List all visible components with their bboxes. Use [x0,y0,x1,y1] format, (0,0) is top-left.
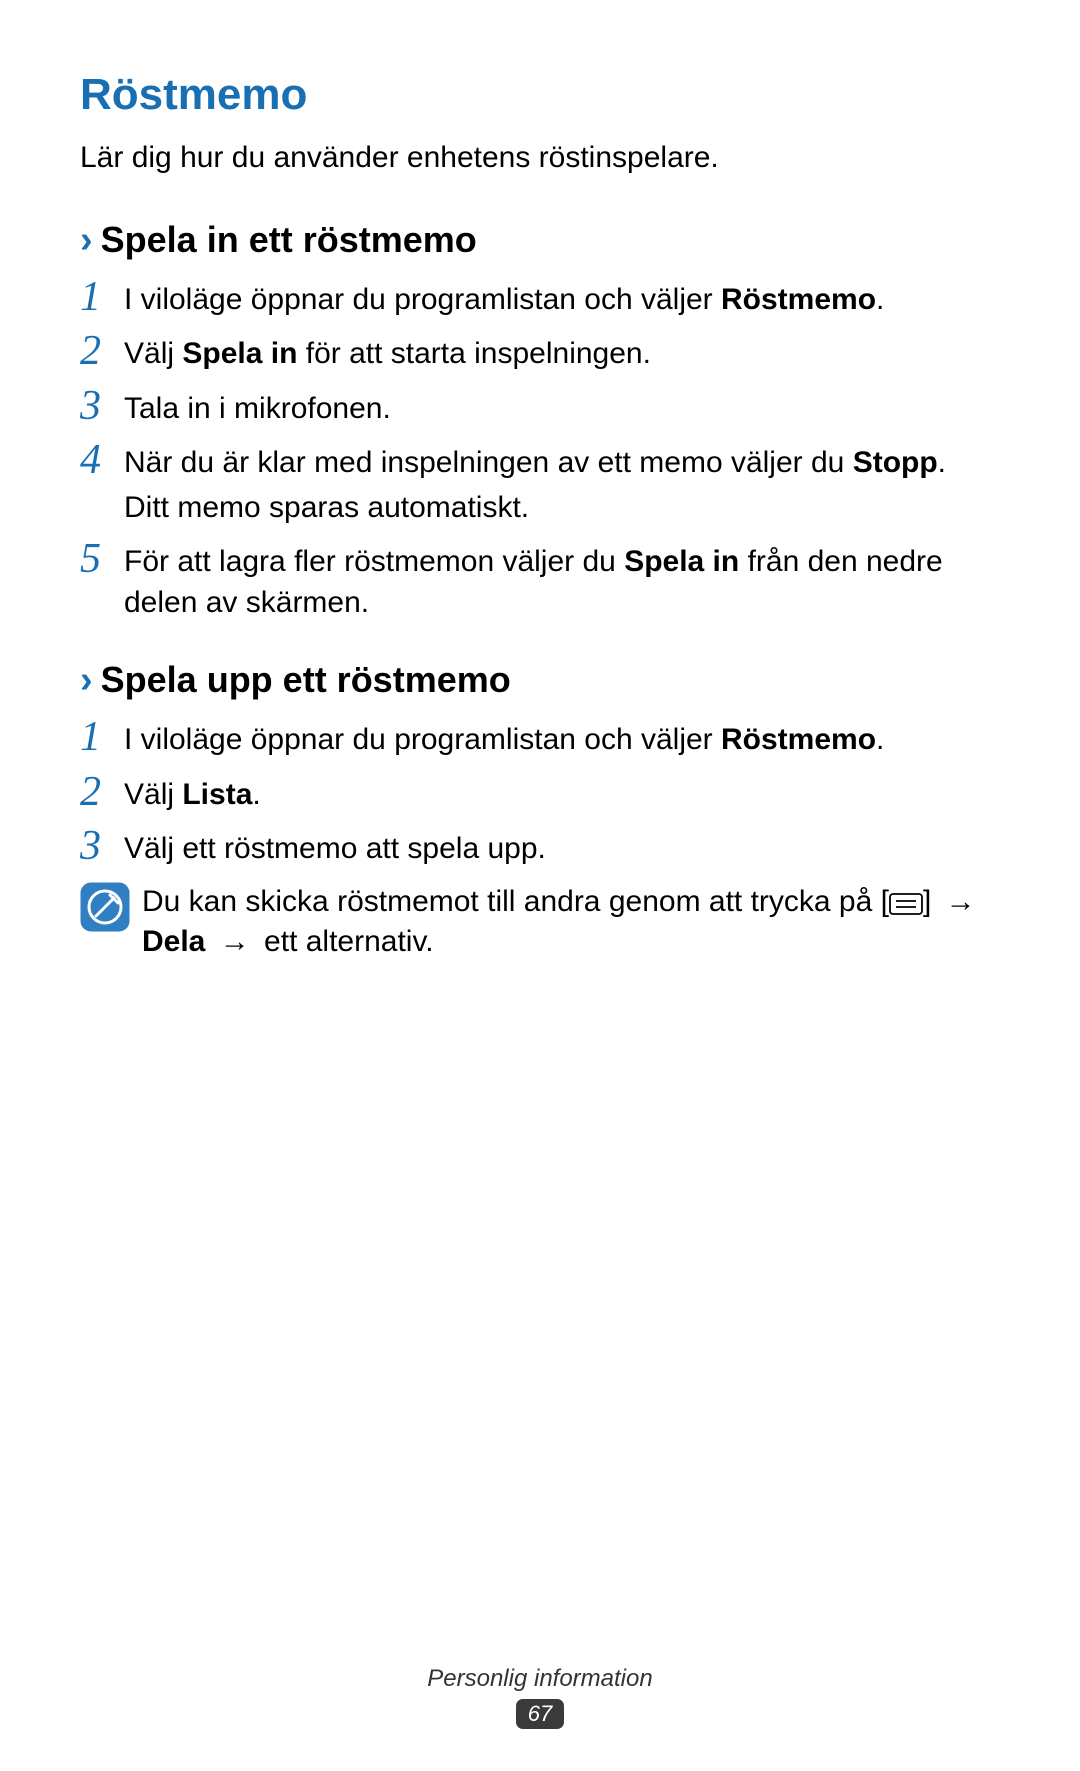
section-title: Spela in ett röstmemo [101,219,477,261]
section-play: › Spela upp ett röstmemo 1 I viloläge öp… [80,659,1000,963]
step-item: 3 Välj ett röstmemo att spela upp. [80,825,1000,870]
text-bold: Stopp [853,446,938,479]
text-frag: I viloläge öppnar du programlistan och v… [124,723,721,756]
step-number: 1 [80,716,124,758]
text-bold: Röstmemo [721,723,876,756]
step-number: 2 [80,771,124,813]
step-number: 5 [80,538,124,580]
step-text: I viloläge öppnar du programlistan och v… [124,716,884,761]
text-frag: . [938,446,946,479]
step-number: 2 [80,330,124,372]
section-heading: › Spela upp ett röstmemo [80,659,1000,702]
step-number: 1 [80,276,124,318]
step-text: Tala in i mikrofonen. [124,385,391,430]
text-frag: Du kan skicka röstmemot till andra genom… [142,885,889,918]
arrow-icon: → [946,882,976,923]
arrow-icon: → [220,922,250,963]
menu-key-icon [889,893,923,915]
step-number: 3 [80,825,124,867]
step-item: 2 Välj Spela in för att starta inspelnin… [80,330,1000,375]
step-text: När du är klar med inspelningen av ett m… [124,439,946,528]
step-number: 4 [80,439,124,481]
text-frag: ] [923,885,940,918]
step-text: Välj Spela in för att starta inspelninge… [124,330,651,375]
text-frag: . [876,723,884,756]
step-text: För att lagra fler röstmemon väljer du S… [124,538,1000,623]
step-item: 1 I viloläge öppnar du programlistan och… [80,276,1000,321]
step-item: 4 När du är klar med inspelningen av ett… [80,439,1000,528]
footer-section-label: Personlig information [0,1665,1080,1693]
document-page: Röstmemo Lär dig hur du använder enheten… [0,0,1080,1771]
text-frag: För att lagra fler röstmemon väljer du [124,545,624,578]
note-icon [80,882,130,932]
section-record: › Spela in ett röstmemo 1 I viloläge öpp… [80,219,1000,624]
step-text: Välj ett röstmemo att spela upp. [124,825,546,870]
page-number-badge: 67 [516,1699,564,1729]
step-number: 3 [80,385,124,427]
section-heading: › Spela in ett röstmemo [80,219,1000,262]
text-bold: Dela [142,925,205,958]
text-frag: . [876,283,884,316]
chevron-right-icon: › [80,659,93,702]
section-title: Spela upp ett röstmemo [101,659,511,701]
text-frag: Välj [124,337,182,370]
text-bold: Spela in [624,545,739,578]
page-title: Röstmemo [80,70,1000,120]
text-frag: Välj [124,778,182,811]
text-frag: När du är klar med inspelningen av ett m… [124,446,853,479]
text-frag: . [252,778,260,811]
text-frag: för att starta inspelningen. [297,337,651,370]
chevron-right-icon: › [80,219,93,262]
text-bold: Röstmemo [721,283,876,316]
note-text: Du kan skicka röstmemot till andra genom… [142,880,1000,963]
text-frag: I viloläge öppnar du programlistan och v… [124,283,721,316]
step-item: 3 Tala in i mikrofonen. [80,385,1000,430]
step-item: 5 För att lagra fler röstmemon väljer du… [80,538,1000,623]
text-bold: Lista [182,778,252,811]
step-subtext: Ditt memo sparas automatiskt. [124,488,946,529]
intro-text: Lär dig hur du använder enhetens röstins… [80,138,1000,179]
step-item: 1 I viloläge öppnar du programlistan och… [80,716,1000,761]
step-item: 2 Välj Lista. [80,771,1000,816]
step-text: I viloläge öppnar du programlistan och v… [124,276,884,321]
note-row: Du kan skicka röstmemot till andra genom… [80,880,1000,963]
step-text: Välj Lista. [124,771,261,816]
page-footer: Personlig information 67 [0,1665,1080,1729]
text-bold: Spela in [182,337,297,370]
text-frag: ett alternativ. [256,925,434,958]
